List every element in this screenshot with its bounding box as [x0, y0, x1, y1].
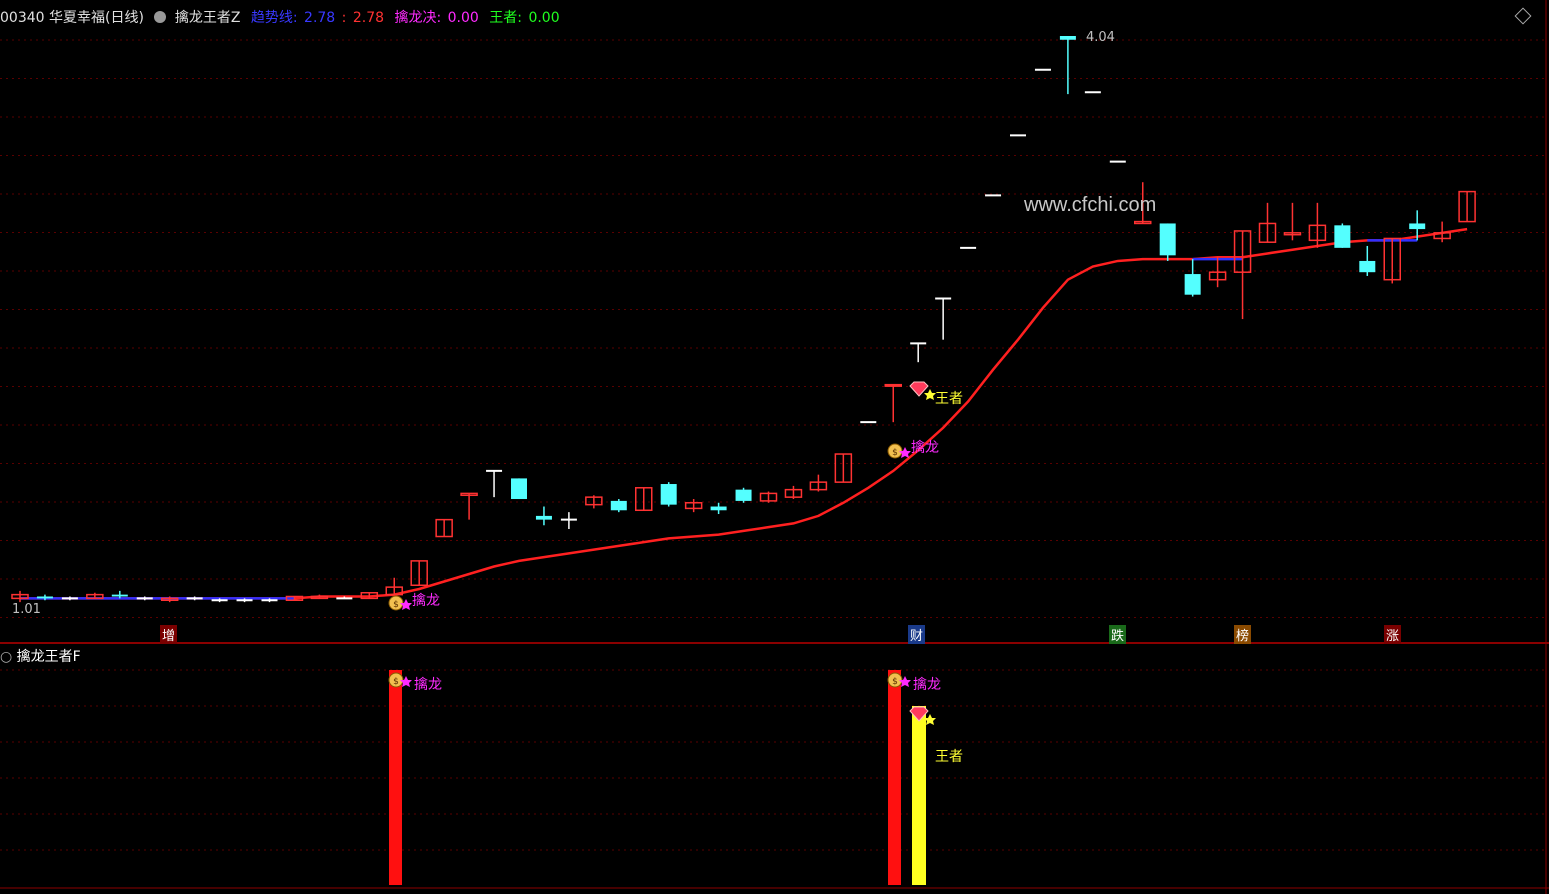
stock-code-name[interactable]: 00340 华夏幸福(日线): [0, 10, 144, 26]
settings-icon[interactable]: [154, 11, 167, 23]
candle: [834, 453, 853, 483]
candle: [186, 596, 203, 601]
candle: [735, 487, 752, 503]
sub-panel-title-text: 擒龙王者F: [16, 649, 81, 665]
money-bag-symbol: $: [892, 448, 898, 458]
watermark: www.cfchi.com: [1024, 194, 1157, 216]
money-bag-symbol: $: [892, 677, 898, 687]
signal-label-qinlong-1: 擒龙: [412, 593, 440, 609]
candle-body: [1184, 274, 1201, 295]
candle: [1059, 36, 1076, 95]
tag-zhang[interactable]: 涨: [1384, 625, 1402, 644]
qinlong-value: 0.00: [447, 10, 479, 26]
sub-panel-settings-icon[interactable]: ○: [0, 649, 17, 665]
qinlong-label: 擒龙决:: [394, 10, 442, 26]
candle: [535, 506, 552, 526]
signal-markers: $ $ $ $: [388, 381, 936, 725]
trend-label: 趋势线:: [250, 10, 298, 26]
candle: [1184, 259, 1201, 297]
sub-signal-qinlong-1: $: [388, 672, 412, 688]
wangzhe-value: 0.00: [528, 10, 560, 26]
candle: [61, 596, 78, 601]
candle: [784, 485, 803, 500]
candle: [935, 297, 952, 340]
money-bag-symbol: $: [393, 677, 399, 687]
candle: [1283, 202, 1302, 241]
candle: [809, 474, 828, 492]
trend-value-1: 2.78: [304, 10, 336, 26]
candles: [11, 36, 1476, 603]
candle: [435, 518, 453, 538]
sub-signal-qinlong-2: $: [887, 672, 911, 688]
candle-body: [610, 500, 627, 511]
wangzhe-label: 王者:: [489, 10, 522, 26]
candle: [310, 594, 329, 600]
tag-zeng[interactable]: 增: [160, 625, 178, 644]
trend-path: [20, 227, 1468, 600]
candle: [511, 478, 527, 500]
candle-body: [660, 484, 677, 505]
candle-body: [884, 383, 902, 387]
candle: [684, 499, 703, 513]
candle: [410, 560, 428, 587]
candle: [560, 512, 577, 530]
tag-cai-1[interactable]: 财: [908, 625, 926, 644]
signal-bar-red: [389, 670, 402, 885]
chart-header: 00340 华夏幸福(日线) 擒龙王者Z 趋势线: 2.78 : 2.78 擒龙…: [0, 7, 566, 27]
candle: [1233, 230, 1252, 320]
candle-body: [1359, 260, 1376, 273]
trend-value-2: 2.78: [352, 10, 385, 26]
candle-body: [511, 478, 527, 500]
candle: [610, 499, 627, 513]
tag-bang[interactable]: 榜: [1234, 625, 1252, 644]
candle: [136, 596, 153, 601]
candle-body: [535, 515, 552, 520]
candle-body: [1059, 36, 1076, 40]
indicator-name[interactable]: 擒龙王者Z: [175, 10, 241, 26]
candle: [884, 383, 902, 423]
signal-label-wangzhe-1: 王者: [935, 391, 963, 407]
money-bag-symbol: $: [393, 600, 399, 610]
candle-body: [1334, 225, 1351, 248]
signal-bar-yellow: [912, 706, 926, 885]
low-price-label: 1.01: [12, 602, 41, 617]
signal-qinlong-2: $: [887, 443, 911, 459]
candle: [1334, 223, 1351, 248]
candle: [460, 492, 478, 520]
candle: [910, 342, 927, 363]
candle-body: [36, 596, 53, 599]
trend-sep: :: [341, 10, 347, 26]
signal-wangzhe-1: [909, 381, 936, 400]
candle: [759, 491, 778, 503]
candle: [1258, 202, 1277, 243]
candle: [635, 487, 653, 512]
candle: [1359, 245, 1376, 276]
sub-label-qinlong-1: 擒龙: [414, 677, 442, 693]
candle: [486, 469, 503, 498]
candle-body: [710, 506, 727, 511]
candle-body: [1409, 223, 1426, 230]
candle: [710, 502, 727, 515]
candle: [1383, 237, 1401, 284]
candle: [1458, 190, 1476, 223]
signal-bar-red: [888, 670, 901, 885]
sub-label-wangzhe: 王者: [935, 749, 963, 765]
candle-body: [111, 594, 128, 597]
signal-label-qinlong-2: 擒龙: [911, 440, 939, 456]
candle: [1308, 202, 1327, 248]
trend-line: [20, 227, 1468, 600]
tag-die[interactable]: 跌: [1109, 625, 1127, 644]
candle: [660, 482, 677, 507]
candle-body: [1159, 223, 1176, 256]
candle: [11, 590, 29, 603]
sub-panel-title: ○ 擒龙王者F: [0, 646, 81, 666]
candle: [1159, 223, 1176, 261]
sub-label-qinlong-2: 擒龙: [913, 677, 941, 693]
signal-qinlong-1: $: [388, 595, 412, 611]
kline-chart[interactable]: $ $ $ $: [0, 0, 1549, 894]
high-price-label: 4.04: [1086, 30, 1115, 45]
candle-body: [735, 489, 752, 501]
grid-lines: [0, 0, 1549, 894]
candle: [1208, 257, 1227, 288]
